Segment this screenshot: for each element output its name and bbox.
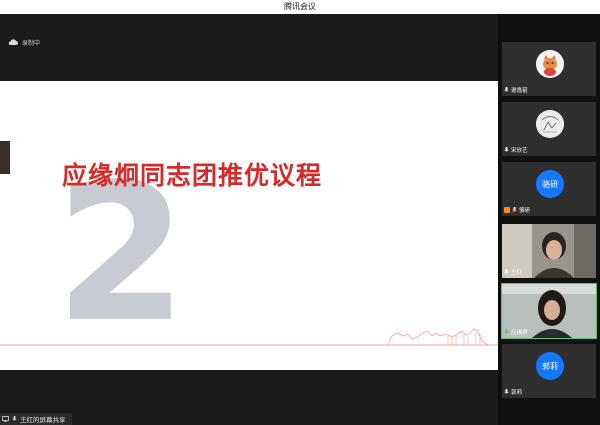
text-avatar: 骆研 [536, 170, 564, 198]
participant-tile[interactable]: 宋欣艺 [502, 102, 596, 156]
cloud-icon [8, 39, 18, 45]
participant-tile[interactable]: 谢逸韬 [502, 42, 596, 96]
mic-icon [504, 147, 509, 152]
sketch-avatar [536, 110, 564, 138]
mic-muted-icon [512, 207, 517, 213]
participant-video-tile[interactable]: 王红 [502, 224, 596, 278]
skyline-decoration [0, 328, 498, 346]
participant-tile[interactable]: 骆研 骆研 [502, 162, 596, 216]
screen-share-label: 王红的屏幕共享 [20, 416, 66, 424]
host-badge-icon [504, 207, 510, 213]
mic-icon [12, 416, 17, 421]
participant-name: 王红 [511, 270, 523, 276]
title-bar: 腾讯会议 [0, 0, 600, 14]
participant-video-tile-active[interactable]: 应缘炯 [501, 283, 597, 339]
mic-icon [504, 87, 509, 92]
participants-panel: 谢逸韬 宋欣艺 骆研 骆研 王红 应缘炯 郭莉 郭莉 [498, 14, 600, 425]
window-title: 腾讯会议 [284, 2, 316, 11]
panel-divider [498, 14, 500, 425]
participant-name: 应缘炯 [511, 330, 528, 336]
presentation-slide: 2 应缘炯同志团推优议程 [0, 81, 498, 370]
participant-name: 骆研 [519, 208, 531, 214]
participant-tile[interactable]: 郭莉 郭莉 [502, 344, 596, 398]
mic-icon [504, 269, 509, 274]
text-avatar: 郭莉 [536, 352, 564, 380]
cartoon-avatar [536, 50, 564, 78]
mic-icon [504, 389, 509, 394]
mic-speaking-icon [504, 329, 509, 334]
monitor-icon [2, 416, 9, 422]
screen-share-indicator[interactable]: 王红的屏幕共享 [0, 413, 72, 425]
participant-name: 宋欣艺 [511, 148, 528, 154]
participant-name: 郭莉 [511, 390, 523, 396]
participant-name: 谢逸韬 [511, 88, 528, 94]
shared-screen-area: 录制中 2 应缘炯同志团推优议程 [0, 14, 498, 425]
recording-status: 录制中 [22, 40, 41, 47]
